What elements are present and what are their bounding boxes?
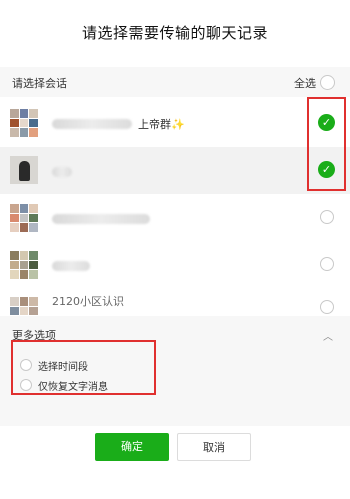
chat-select-radio[interactable] bbox=[320, 300, 334, 314]
blurred-chat-name bbox=[52, 261, 90, 271]
chat-select-radio[interactable] bbox=[320, 210, 334, 224]
chat-row[interactable] bbox=[0, 241, 350, 288]
select-all-radio[interactable] bbox=[320, 75, 335, 90]
cancel-button[interactable]: 取消 bbox=[177, 433, 251, 461]
group-avatar bbox=[10, 204, 38, 232]
chevron-up-icon[interactable]: ︿ bbox=[323, 328, 333, 343]
chat-row[interactable] bbox=[0, 194, 350, 241]
dialog-title: 请选择需要传输的聊天记录 bbox=[81, 24, 268, 42]
highlight-box-options bbox=[11, 340, 156, 395]
select-all-label[interactable]: 全选 bbox=[294, 75, 316, 91]
chat-row[interactable]: ✓ bbox=[0, 147, 350, 194]
chat-name: 上帝群✨ bbox=[138, 118, 185, 131]
contact-avatar bbox=[10, 156, 38, 184]
chat-list[interactable]: 上帝群✨ ✓ ✓ 2120小区认识 bbox=[0, 97, 350, 315]
select-chats-label: 请选择会话 bbox=[12, 77, 67, 90]
chat-row[interactable]: 上帝群✨ ✓ bbox=[0, 99, 350, 146]
group-avatar bbox=[10, 297, 38, 315]
chat-row[interactable]: 2120小区认识 bbox=[0, 287, 350, 315]
confirm-button[interactable]: 确定 bbox=[95, 433, 169, 461]
transfer-chat-dialog: 请选择需要传输的聊天记录 请选择会话 全选 上帝群✨ ✓ ✓ 2120小区认识 … bbox=[0, 0, 350, 499]
blurred-chat-name bbox=[52, 167, 72, 177]
group-avatar bbox=[10, 251, 38, 279]
chat-select-radio[interactable] bbox=[320, 257, 334, 271]
chat-name: 2120小区认识 bbox=[52, 295, 124, 308]
chat-list-header: 请选择会话 全选 bbox=[0, 67, 350, 97]
highlight-box-selected-chats bbox=[307, 97, 346, 191]
group-avatar bbox=[10, 109, 38, 137]
blurred-chat-name bbox=[52, 119, 132, 129]
blurred-chat-name bbox=[52, 214, 150, 224]
